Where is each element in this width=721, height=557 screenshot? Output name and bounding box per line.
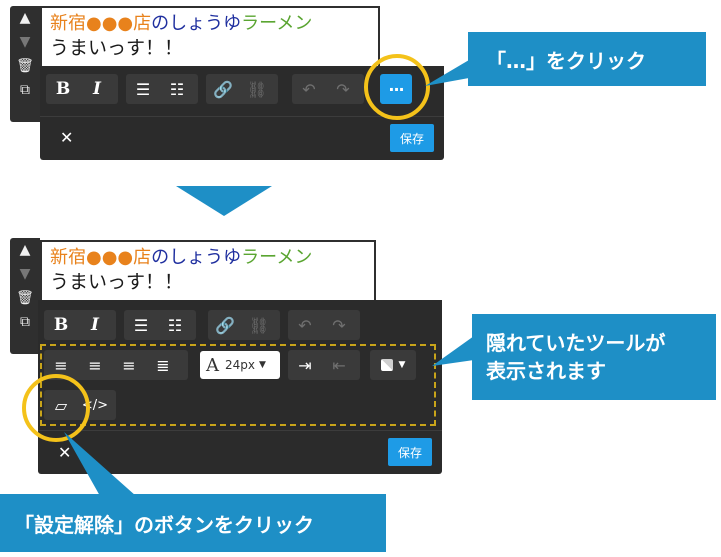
editor-line-2: うまいっす！！ [50,271,184,293]
unlink-icon[interactable]: ⛓ [242,310,276,340]
redo-icon[interactable]: ↷ [322,310,356,340]
save-button[interactable]: 保存 [388,438,432,466]
callout-middle-pointer [432,336,474,366]
italic-button[interactable]: I [78,310,112,340]
link-icon[interactable]: 🔗 [206,74,240,104]
link-icon[interactable]: 🔗 [208,310,242,340]
list-group: ☰ ☷ [124,310,196,340]
callout-top-pointer [425,60,469,86]
italic-button[interactable]: I [80,74,114,104]
side-rail-top: ▲ ▼ 🗑 ⧉ [10,6,40,122]
undo-icon[interactable]: ↶ [292,74,326,104]
trash-icon[interactable]: 🗑 [10,286,40,310]
copy-icon[interactable]: ⧉ [10,78,40,102]
save-button[interactable]: 保存 [390,124,434,152]
close-button[interactable]: ✕ [60,128,73,147]
text-segment-orange: 新宿●●●店 [50,247,152,268]
history-group: ↶ ↷ [288,310,360,340]
bullet-list-icon[interactable]: ☷ [158,310,192,340]
editor-line-1: 新宿●●●店のしょうゆラーメン [50,246,366,270]
bold-button[interactable]: B [46,74,80,104]
tutorial-figure: ▲ ▼ 🗑 ⧉ 新宿●●●店のしょうゆラーメン うまいっす！！ B I ☰ ☷ … [0,0,721,557]
editor-line-2: うまいっす！！ [50,37,184,59]
history-group: ↶ ↷ [292,74,364,104]
revealed-tools-area [40,344,436,426]
callout-bottom: 「設定解除」のボタンをクリック [0,494,386,552]
step-arrow-down [176,186,272,216]
redo-icon[interactable]: ↷ [326,74,360,104]
link-group: 🔗 ⛓ [208,310,280,340]
move-down-icon[interactable]: ▼ [10,30,40,54]
text-segment-green: ラーメン [241,13,313,34]
text-editor-top[interactable]: 新宿●●●店のしょうゆラーメン うまいっす！！ [40,6,380,68]
trash-icon[interactable]: 🗑 [10,54,40,78]
undo-icon[interactable]: ↶ [288,310,322,340]
ordered-list-icon[interactable]: ☰ [124,310,158,340]
list-group: ☰ ☷ [126,74,198,104]
ordered-list-icon[interactable]: ☰ [126,74,160,104]
unlink-icon[interactable]: ⛓ [240,74,274,104]
editor-line-1: 新宿●●●店のしょうゆラーメン [50,12,370,36]
callout-middle: 隠れていたツールが 表示されます [472,314,716,400]
bullet-list-icon[interactable]: ☷ [160,74,194,104]
highlight-more-button [364,54,430,120]
text-segment-blue: のしょうゆ [151,13,242,34]
move-up-icon[interactable]: ▲ [10,238,40,262]
side-rail-bottom: ▲ ▼ 🗑 ⧉ [10,238,40,354]
copy-icon[interactable]: ⧉ [10,310,40,334]
link-group: 🔗 ⛓ [206,74,278,104]
callout-top: 「…」をクリック [468,32,706,86]
text-style-group: B I [46,74,118,104]
callout-bottom-pointer [64,432,136,496]
text-style-group: B I [44,310,116,340]
bold-button[interactable]: B [44,310,78,340]
text-segment-blue: のしょうゆ [151,247,242,268]
text-segment-orange: 新宿●●●店 [50,13,152,34]
text-segment-green: ラーメン [241,247,313,268]
move-down-icon[interactable]: ▼ [10,262,40,286]
move-up-icon[interactable]: ▲ [10,6,40,30]
text-editor-bottom[interactable]: 新宿●●●店のしょうゆラーメン うまいっす！！ [40,240,376,302]
